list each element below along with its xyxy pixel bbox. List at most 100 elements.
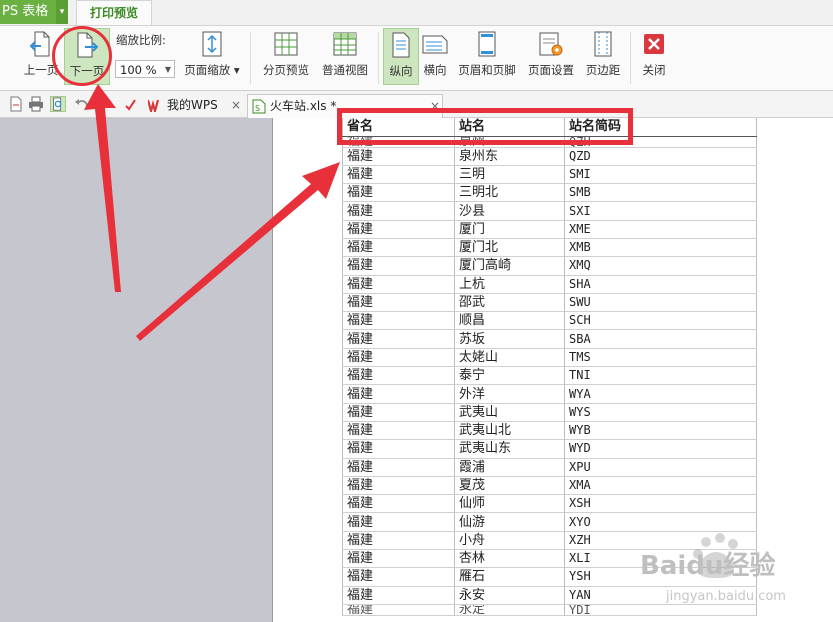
next-page-highlight-circle <box>52 26 112 86</box>
cell-station: 厦门高崎 <box>454 256 565 276</box>
cell-province: 福建 <box>342 183 455 203</box>
app-name: PS 表格 <box>2 4 49 19</box>
table-row: 福建 泰宁 TNI <box>342 366 757 386</box>
cell-station: 永安 <box>454 586 565 605</box>
zoom-select[interactable]: 100 % ▼ <box>115 60 175 78</box>
cell-code: XMB <box>564 238 757 258</box>
table-row: 福建 三明北 SMB <box>342 183 757 203</box>
cell-province: 福建 <box>342 586 455 605</box>
header-footer-label: 页眉和页脚 <box>458 63 516 77</box>
page-setup-label: 页面设置 <box>528 63 574 77</box>
cell-code: XPU <box>564 458 757 477</box>
normal-view-icon <box>333 32 357 56</box>
watermark-brand: Baidu经验 <box>640 550 775 581</box>
cell-province: 福建 <box>342 604 455 616</box>
cell-station: 顺昌 <box>454 311 565 331</box>
cell-province: 福建 <box>342 293 455 313</box>
separator <box>630 32 631 84</box>
ribbon-toolbar: 上一页 下一页 缩放比例: 100 % ▼ 页面缩放 ▾ 分页预览 普通视图 纵向… <box>0 25 833 91</box>
cell-code: WYA <box>564 384 757 404</box>
page-setup-button[interactable]: 页面设置 <box>525 30 577 78</box>
table-row: 福建 顺昌 SCH <box>342 311 757 331</box>
cell-station: 雁石 <box>454 567 565 587</box>
portrait-icon <box>392 32 410 58</box>
cell-code: XMQ <box>564 256 757 276</box>
landscape-button[interactable]: 横向 <box>420 30 450 78</box>
header-footer-button[interactable]: 页眉和页脚 <box>455 30 519 78</box>
cell-station: 太姥山 <box>454 348 565 368</box>
cell-code: XME <box>564 220 757 239</box>
tab-close-icon[interactable]: × <box>231 94 241 117</box>
table-row: 福建 厦门北 XMB <box>342 238 757 258</box>
cell-station: 厦门北 <box>454 238 565 258</box>
cell-province: 福建 <box>342 238 455 258</box>
cell-code: XMA <box>564 476 757 496</box>
margins-button[interactable]: 页边距 <box>583 30 623 78</box>
cell-station: 武夷山东 <box>454 439 565 459</box>
page-break-preview-label: 分页预览 <box>263 63 309 77</box>
page-zoom-button[interactable]: 页面缩放 ▾ <box>180 30 244 78</box>
table-row: 福建 苏坂 SBA <box>342 329 757 349</box>
separator <box>250 32 251 84</box>
print-preview-icon[interactable] <box>50 96 66 112</box>
undo-icon[interactable] <box>74 96 90 112</box>
cell-station: 苏坂 <box>454 329 565 349</box>
table-row: 福建 霞浦 XPU <box>342 458 757 477</box>
cell-station: 仙游 <box>454 512 565 532</box>
cell-province: 福建 <box>342 165 455 185</box>
cell-station: 上杭 <box>454 275 565 294</box>
customize-toolbar-icon[interactable] <box>122 96 138 112</box>
cell-station: 杏林 <box>454 549 565 569</box>
cell-station: 小舟 <box>454 531 565 551</box>
cell-province: 福建 <box>342 567 455 587</box>
table-row: 福建 上杭 SHA <box>342 275 757 294</box>
cell-station: 仙师 <box>454 494 565 514</box>
separator <box>378 32 379 84</box>
title-bar: PS 表格 ▾ 打印预览 <box>0 0 833 26</box>
cell-province: 福建 <box>342 201 455 221</box>
table-row: 福建 沙县 SXI <box>342 201 757 221</box>
cell-station: 永定 <box>454 604 565 616</box>
cell-code: SHA <box>564 275 757 294</box>
cell-station: 三明北 <box>454 183 565 203</box>
cell-station: 夏茂 <box>454 476 565 496</box>
cell-station: 外洋 <box>454 384 565 404</box>
cell-code: SBA <box>564 329 757 349</box>
cell-station: 武夷山 <box>454 403 565 422</box>
cell-station: 厦门 <box>454 220 565 239</box>
cell-province: 福建 <box>342 147 455 166</box>
cell-province: 福建 <box>342 311 455 331</box>
cell-station: 邵武 <box>454 293 565 313</box>
close-button[interactable]: 关闭 <box>638 30 670 78</box>
cell-code: XSH <box>564 494 757 514</box>
normal-view-button[interactable]: 普通视图 <box>318 30 372 78</box>
cell-code: WYB <box>564 421 757 441</box>
margins-label: 页边距 <box>585 63 621 77</box>
cell-province: 福建 <box>342 384 455 404</box>
cell-code: SMB <box>564 183 757 203</box>
print-icon[interactable] <box>28 96 44 112</box>
redo-icon[interactable] <box>96 96 112 112</box>
app-menu-dropdown-icon[interactable]: ▾ <box>56 0 68 24</box>
cell-code: SXI <box>564 201 757 221</box>
portrait-button[interactable]: 纵向 <box>383 28 419 85</box>
tab-print-preview[interactable]: 打印预览 <box>76 0 152 26</box>
cell-code: XYO <box>564 512 757 532</box>
cell-province: 福建 <box>342 421 455 441</box>
close-label: 关闭 <box>642 63 666 77</box>
cell-station: 三明 <box>454 165 565 185</box>
page-break-preview-button[interactable]: 分页预览 <box>258 30 314 78</box>
cell-code: TMS <box>564 348 757 368</box>
cell-province: 福建 <box>342 348 455 368</box>
zoom-value: 100 % <box>120 63 157 77</box>
tab-my-wps[interactable]: 我的WPS × <box>145 94 245 118</box>
cell-province: 福建 <box>342 494 455 514</box>
cell-station: 泰宁 <box>454 366 565 386</box>
page-zoom-icon <box>202 31 222 57</box>
table-row: 福建 太姥山 TMS <box>342 348 757 368</box>
export-pdf-icon[interactable] <box>8 96 24 112</box>
preview-background <box>0 118 272 622</box>
cell-province: 福建 <box>342 329 455 349</box>
page-break-preview-icon <box>274 32 298 56</box>
cell-province: 福建 <box>342 220 455 239</box>
